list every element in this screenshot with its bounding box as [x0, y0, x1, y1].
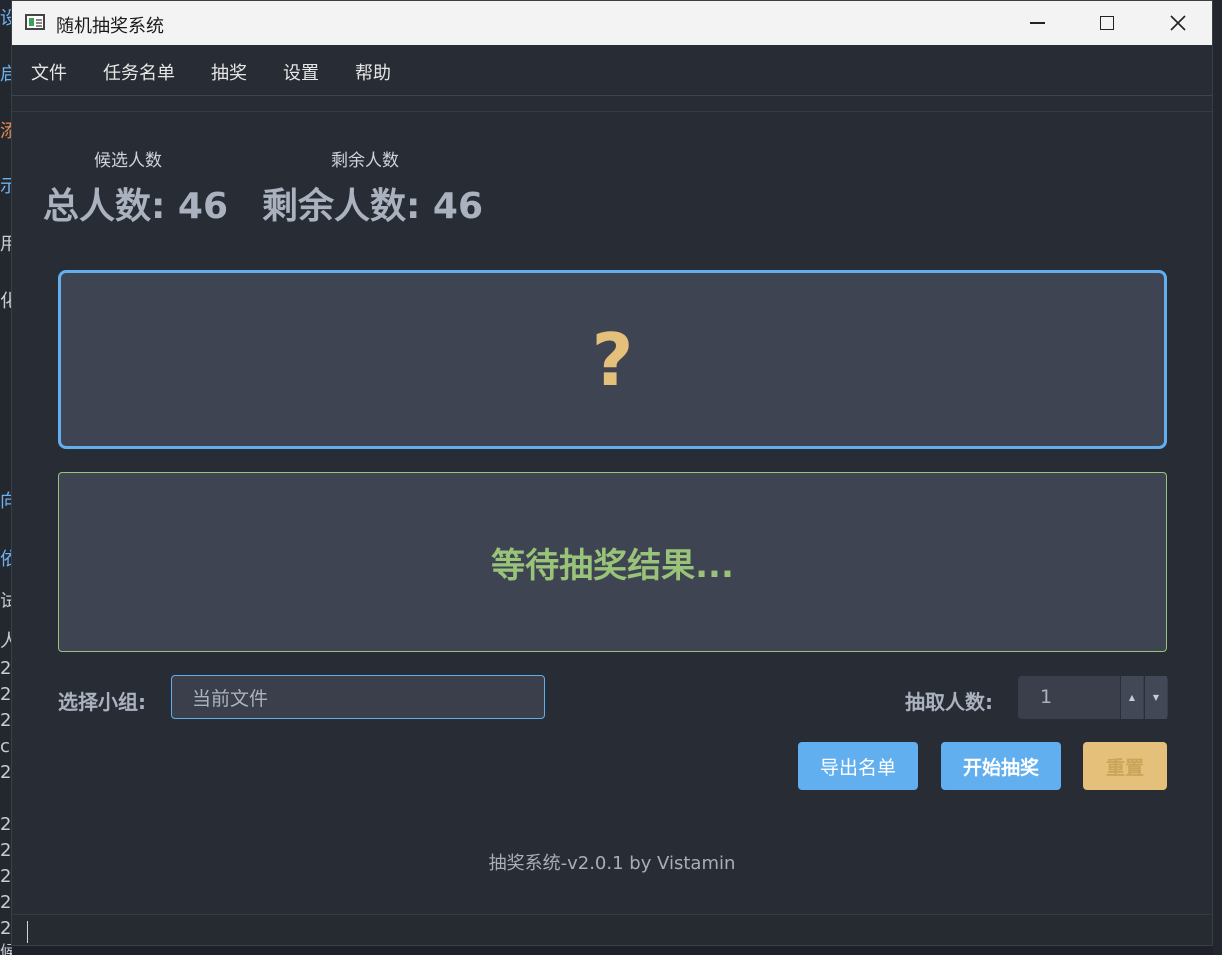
bg-fragment: 2: [0, 762, 12, 783]
count-value: 1: [1040, 686, 1053, 708]
window-title: 随机抽奖系统: [56, 16, 164, 37]
minimize-button[interactable]: [1002, 1, 1072, 45]
menu-lottery[interactable]: 抽奖: [211, 59, 247, 85]
background-app-right: [1213, 0, 1222, 955]
remaining-count: 剩余人数: 46: [262, 186, 484, 227]
close-icon: [1170, 15, 1186, 31]
bg-fragment: c: [0, 736, 10, 757]
count-label: 抽取人数:: [905, 690, 993, 714]
bg-fragment: 2: [0, 814, 12, 835]
bg-fragment: 2: [0, 710, 12, 731]
remaining-label: 剩余人数: [331, 151, 399, 171]
divider: [12, 111, 1212, 112]
count-spinbox[interactable]: 1 ▲ ▼: [1018, 676, 1168, 719]
version-footer: 抽奖系统-v2.0.1 by Vistamin: [488, 853, 736, 874]
maximize-icon: [1100, 16, 1114, 30]
app-icon: [25, 14, 45, 30]
increment-button[interactable]: ▲: [1120, 676, 1143, 719]
candidates-label: 候选人数: [94, 151, 162, 171]
chevron-down-icon: ▼: [1152, 693, 1160, 702]
bg-fragment: 2: [0, 684, 12, 705]
group-label: 选择小组:: [58, 690, 146, 714]
minimize-icon: [1029, 22, 1045, 24]
maximize-button[interactable]: [1072, 1, 1142, 45]
close-button[interactable]: [1143, 1, 1212, 45]
chevron-up-icon: ▲: [1128, 693, 1136, 702]
app-window: 随机抽奖系统 文件 任务名单 抽奖 设置 帮助 候选人数 剩余人数 总人数: 4…: [11, 0, 1213, 946]
text-cursor: [27, 921, 28, 943]
title-bar: 随机抽奖系统: [12, 1, 1212, 45]
result-panel: 等待抽奖结果...: [58, 472, 1167, 652]
bg-fragment: 2: [0, 918, 12, 939]
start-draw-button[interactable]: 开始抽奖: [941, 742, 1061, 790]
total-count: 总人数: 46: [43, 186, 229, 227]
bg-fragment: 2: [0, 658, 12, 679]
menu-settings[interactable]: 设置: [283, 59, 319, 85]
group-select-input[interactable]: [171, 675, 545, 719]
menu-help[interactable]: 帮助: [355, 59, 391, 85]
question-mark: ?: [591, 317, 634, 402]
menu-task-list[interactable]: 任务名单: [103, 59, 175, 85]
menu-file[interactable]: 文件: [31, 59, 67, 85]
bg-fragment: 2: [0, 840, 12, 861]
result-text: 等待抽奖结果...: [491, 545, 734, 586]
decrement-button[interactable]: ▼: [1144, 676, 1167, 719]
reset-button[interactable]: 重置: [1083, 742, 1167, 790]
status-bar: [12, 914, 1212, 945]
export-list-button[interactable]: 导出名单: [798, 742, 918, 790]
bg-fragment: 2: [0, 892, 12, 913]
bg-fragment: 2: [0, 866, 12, 887]
draw-display-panel: ?: [58, 270, 1167, 449]
menu-bar: 文件 任务名单 抽奖 设置 帮助: [12, 45, 1212, 96]
